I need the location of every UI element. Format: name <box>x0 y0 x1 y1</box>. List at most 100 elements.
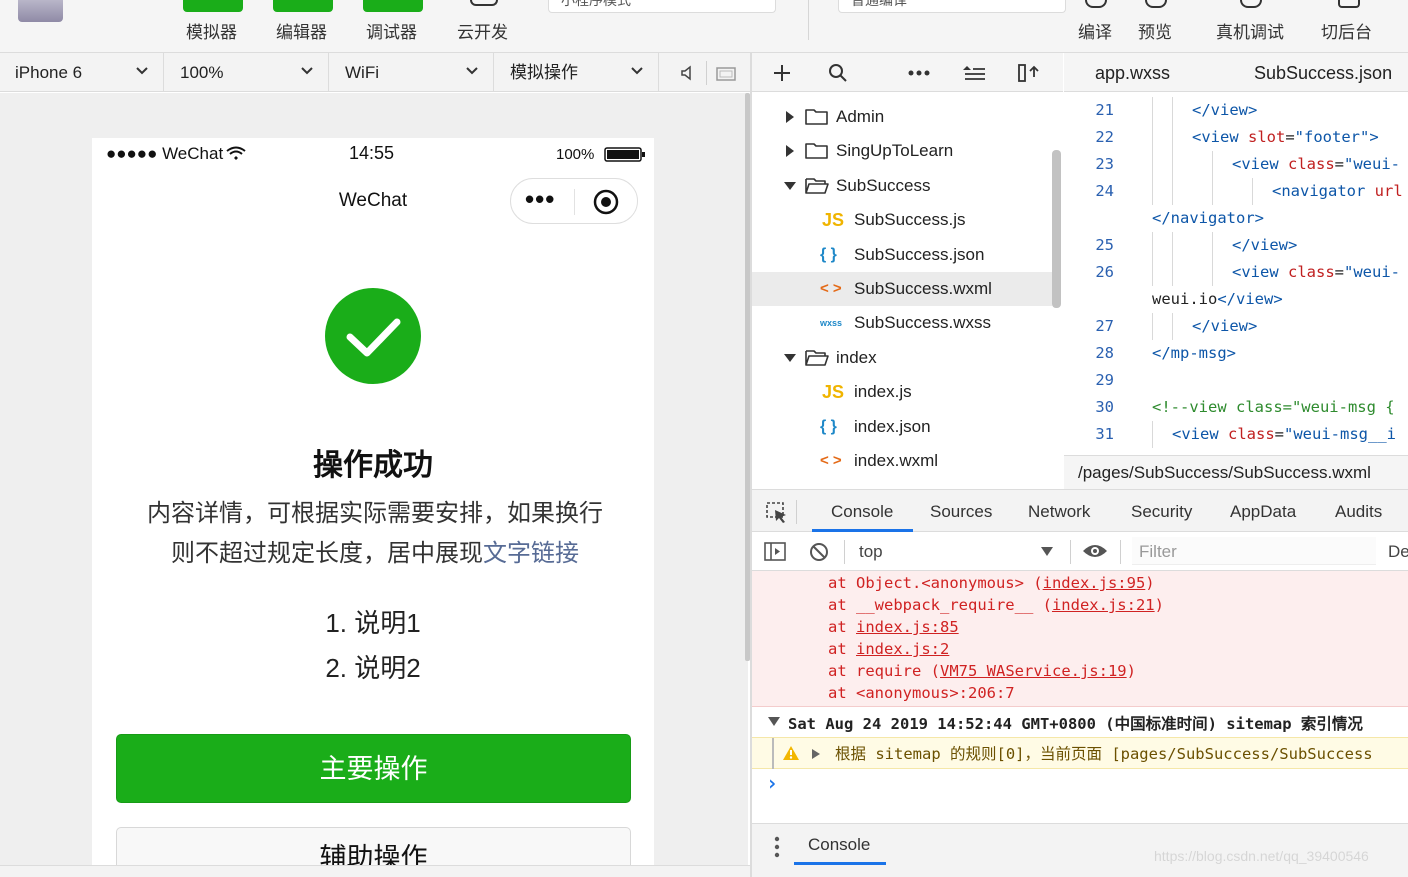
editor-tab-app-wxss[interactable]: app.wxss <box>1095 53 1170 92</box>
mode-select[interactable]: 小程序模式 <box>548 0 776 13</box>
add-file-icon[interactable] <box>773 64 791 82</box>
code-token: <navigator <box>1272 182 1375 200</box>
user-avatar[interactable] <box>18 0 63 22</box>
debugger-toggle-button[interactable] <box>363 0 423 12</box>
log-levels-select[interactable]: De <box>1388 532 1408 570</box>
stack-source-link[interactable]: index.js:2 <box>856 640 949 658</box>
tree-file[interactable]: { } index.json <box>752 410 1052 444</box>
code-line[interactable]: <!--view class="weui-msg { <box>1152 398 1395 416</box>
secondary-action-button[interactable]: 辅助操作 <box>116 827 631 865</box>
desc-text-link[interactable]: 文字链接 <box>483 540 579 567</box>
code-line[interactable]: <view class="weui-msg__i <box>1172 425 1396 443</box>
editor-tab-subsuccess-json[interactable]: SubSuccess.json <box>1254 53 1392 92</box>
capsule-menu[interactable]: ••• <box>510 178 638 224</box>
code-token: </view> <box>1192 317 1258 335</box>
dropdown-arrow-icon <box>1041 547 1053 556</box>
search-icon[interactable] <box>828 63 848 83</box>
compile-button[interactable]: 编译 <box>1078 18 1112 43</box>
cloud-icon[interactable] <box>470 0 498 6</box>
stack-source-link[interactable]: index.js:85 <box>856 618 959 636</box>
caret-down-icon[interactable] <box>784 352 796 364</box>
editor-toggle-button[interactable] <box>273 0 333 12</box>
code-token: url <box>1374 182 1403 200</box>
show-sidebar-icon[interactable] <box>764 542 786 561</box>
code-line[interactable]: <view slot="footer"> <box>1192 128 1379 146</box>
remote-debug-icon[interactable] <box>1240 0 1262 8</box>
devtools-tab-appdata[interactable]: AppData <box>1230 490 1296 532</box>
stack-source-link[interactable]: index.js:95 <box>1043 574 1146 592</box>
stack-source-link[interactable]: VM75 WAService.js:19 <box>940 662 1127 680</box>
preview-icon[interactable] <box>1145 0 1167 8</box>
chevron-down-icon <box>466 67 478 75</box>
tree-file[interactable]: JS SubSuccess.js <box>752 203 1052 237</box>
code-line[interactable]: </view> <box>1192 317 1257 335</box>
network-select[interactable]: WiFi <box>330 53 494 92</box>
expand-triangle-icon[interactable] <box>768 717 780 727</box>
devtools-tab-sources[interactable]: Sources <box>930 490 992 532</box>
collapse-all-icon[interactable] <box>963 65 985 81</box>
console-prompt-icon[interactable]: › <box>766 771 778 795</box>
code-line[interactable]: </view> <box>1192 101 1257 119</box>
primary-action-button[interactable]: 主要操作 <box>116 734 631 803</box>
drawer-tab-console[interactable]: Console <box>808 824 870 864</box>
tree-item-label: SubSuccess.wxss <box>854 313 991 333</box>
console-filter-input[interactable]: Filter <box>1132 537 1376 565</box>
inspect-element-icon[interactable] <box>766 502 788 524</box>
more-dots-icon[interactable]: ••• <box>525 184 555 215</box>
warning-message: 根据 sitemap 的规则[0]，当前页面 [pages/SubSuccess… <box>752 737 1408 769</box>
stack-function: Object.<anonymous> ( <box>856 574 1043 592</box>
json-file-icon: { } <box>820 417 837 435</box>
caret-right-icon[interactable] <box>784 145 796 158</box>
code-line[interactable]: weui.io</view> <box>1152 290 1283 308</box>
caret-right-icon[interactable] <box>784 111 796 123</box>
simulator-toggle-button[interactable] <box>183 0 243 12</box>
compile-mode-select[interactable]: 普通编译 <box>838 0 1066 13</box>
tree-file[interactable]: JS index.js <box>752 375 1052 409</box>
simulate-operation-select[interactable]: 模拟操作 <box>495 53 659 92</box>
background-icon[interactable] <box>1338 0 1360 8</box>
context-select[interactable]: top <box>859 532 1055 570</box>
device-select[interactable]: iPhone 6 <box>0 53 164 92</box>
zoom-select[interactable]: 100% <box>165 53 329 92</box>
code-token: </view> <box>1232 236 1298 254</box>
stack-prefix: at <box>828 640 856 658</box>
tree-folder[interactable]: SingUpToLearn <box>752 134 1052 168</box>
clear-console-icon[interactable] <box>809 542 829 562</box>
switch-background-button[interactable]: 切后台 <box>1321 18 1372 43</box>
more-icon[interactable] <box>908 70 930 76</box>
detach-window-icon[interactable] <box>716 65 736 81</box>
tree-folder[interactable]: Admin <box>752 100 1052 134</box>
code-line[interactable]: <view class="weui- <box>1232 155 1400 173</box>
compile-icon[interactable] <box>1085 0 1107 8</box>
console-group-header[interactable]: Sat Aug 24 2019 14:52:44 GMT+0800 (中国标准时… <box>788 712 1363 734</box>
tree-file[interactable]: < > index.wxml <box>752 444 1052 478</box>
remote-debug-button[interactable]: 真机调试 <box>1216 18 1284 43</box>
devtools-tab-console[interactable]: Console <box>831 490 893 532</box>
tree-folder[interactable]: index <box>752 341 1052 375</box>
devtools-tab-security[interactable]: Security <box>1131 490 1192 532</box>
close-miniprogram-icon[interactable] <box>592 188 620 216</box>
toggle-sidebar-icon[interactable] <box>1018 63 1040 83</box>
code-line[interactable]: </view> <box>1232 236 1297 254</box>
caret-down-icon[interactable] <box>784 180 796 192</box>
tree-file[interactable]: { } SubSuccess.json <box>752 238 1052 272</box>
chevron-down-icon <box>301 67 313 75</box>
file-tree-scrollbar[interactable] <box>1052 150 1061 308</box>
tree-folder[interactable]: SubSuccess <box>752 169 1052 203</box>
stack-source-link[interactable]: index.js:21 <box>1052 596 1155 614</box>
tree-file[interactable]: wxss SubSuccess.wxss <box>752 306 1052 340</box>
indent-guide <box>1172 124 1173 151</box>
volume-icon[interactable] <box>680 65 696 81</box>
code-line[interactable]: <view class="weui- <box>1232 263 1400 281</box>
eye-icon[interactable] <box>1082 543 1108 559</box>
devtools-tab-audits[interactable]: Audits <box>1335 490 1382 532</box>
code-editor[interactable]: 21 </view> 22 <view slot="footer"> 23 <view c… <box>1064 93 1408 455</box>
code-line[interactable]: </navigator> <box>1152 209 1264 227</box>
code-line[interactable]: </mp-msg> <box>1152 344 1236 362</box>
code-line[interactable]: <navigator url <box>1272 182 1403 200</box>
tree-file[interactable]: < > SubSuccess.wxml <box>752 272 1052 306</box>
expand-triangle-icon[interactable] <box>812 749 820 759</box>
devtools-tab-network[interactable]: Network <box>1028 490 1090 532</box>
drawer-menu-icon[interactable] <box>774 836 780 858</box>
preview-button[interactable]: 预览 <box>1138 18 1172 43</box>
